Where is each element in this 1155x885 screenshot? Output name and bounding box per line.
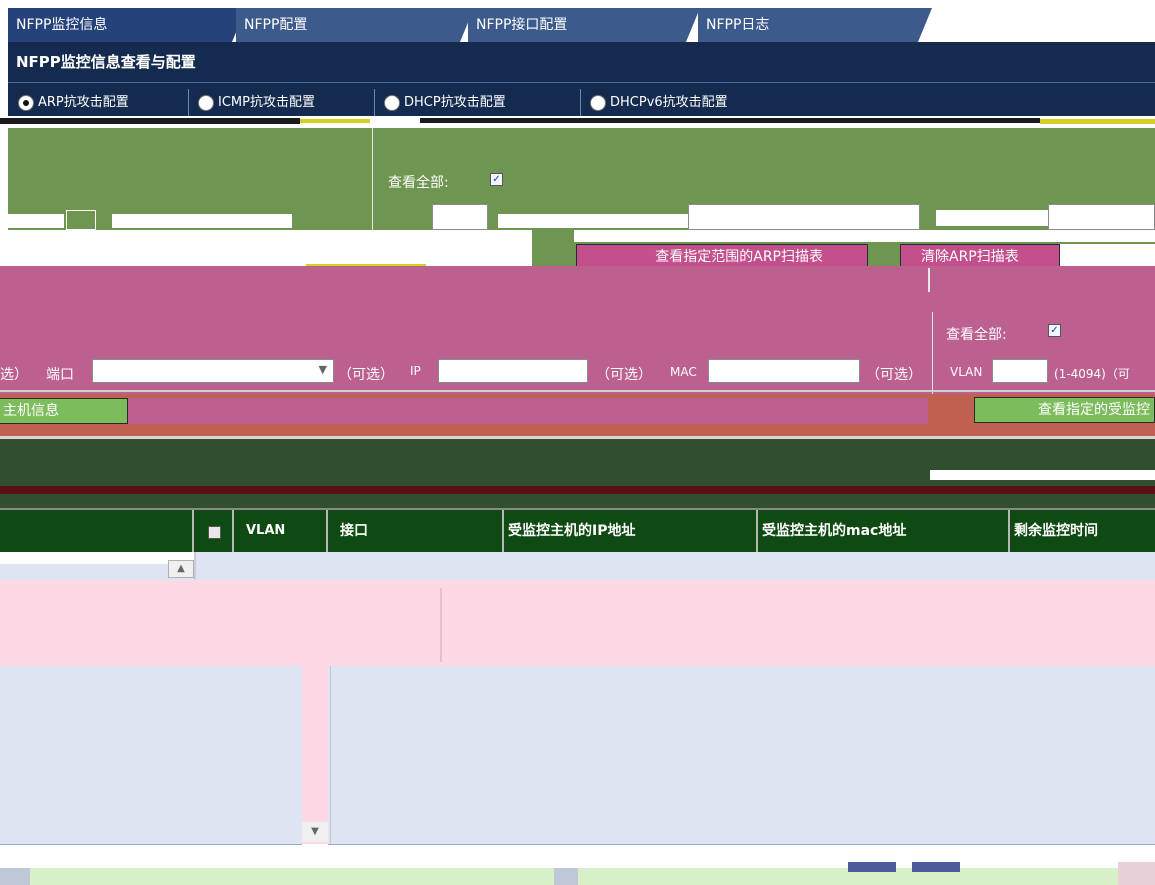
tab-label: NFPP接口配置 [476,17,568,33]
column-header-interface[interactable]: 接口 [340,510,368,552]
tab-label: NFPP配置 [244,17,308,33]
render-artifact-strip [112,214,292,228]
divider [0,844,1155,845]
divider [928,268,930,292]
radio-label: ICMP抗攻击配置 [218,95,315,110]
monitored-host-table-header: VLAN 接口 受监控主机的IP地址 受监控主机的mac地址 剩余监控时间 [0,508,1155,552]
render-artifact-strip [300,119,370,123]
table-row [0,666,1155,844]
radio-arp-attack-config[interactable]: ARP抗攻击配置 [16,94,129,112]
render-artifact-strip [936,210,1048,226]
host-port-select[interactable]: ▼ [92,359,334,383]
port-label: 端口 [46,367,74,383]
render-artifact-strip [0,118,300,124]
arp-port-select[interactable] [688,204,920,230]
column-divider [1008,510,1010,552]
divider [330,666,331,844]
page-button[interactable] [912,862,960,872]
render-artifact-strip [554,868,578,885]
column-divider [232,510,234,552]
first-page-button[interactable] [0,868,30,885]
render-artifact-strip [1060,244,1155,266]
column-divider [192,510,194,552]
divider [374,89,375,117]
view-host-info-button[interactable]: 主机信息 [0,398,128,424]
tab-nfpp-interface-config[interactable]: NFPP接口配置 [468,8,700,42]
view-all-checkbox[interactable]: ✓ [490,173,503,186]
optional-hint: （可选） [338,367,394,383]
radio-label: ARP抗攻击配置 [38,95,129,110]
select-all-checkbox[interactable] [208,526,221,539]
render-artifact-strip [1118,862,1155,885]
vlan-label: VLAN [950,365,983,379]
host-vlan-input[interactable] [992,359,1048,383]
render-artifact-strip [0,552,194,564]
ip-label: IP [410,364,421,378]
host-ip-input[interactable] [438,359,588,383]
radio-dhcp-attack-config[interactable]: DHCP抗攻击配置 [382,94,506,112]
divider [580,89,581,117]
render-artifact-strip [0,242,532,266]
divider [188,89,189,117]
render-artifact-strip [0,486,1155,494]
radio-label: DHCP抗攻击配置 [404,95,506,110]
host-view-all-checkbox[interactable]: ✓ [1048,324,1061,337]
vlan-range-hint: (1-4094)（可 [1054,367,1130,381]
column-divider [502,510,504,552]
radio-selected-icon [18,95,34,111]
tab-label: NFPP监控信息 [16,17,108,33]
render-artifact-strip [66,210,96,230]
divider [440,588,442,662]
render-artifact-strip [930,470,1155,480]
divider [0,436,1155,439]
tab-label: NFPP日志 [706,17,770,33]
render-artifact-strip [0,214,64,228]
column-divider [326,510,328,552]
render-artifact-strip [420,118,1040,123]
arp-ip-input[interactable] [1048,204,1155,230]
arp-vlan-input[interactable] [432,204,488,230]
tab-nfpp-log[interactable]: NFPP日志 [698,8,932,42]
radio-unselected-icon [198,95,214,111]
radio-unselected-icon [384,95,400,111]
tab-nfpp-monitor[interactable]: NFPP监控信息 [8,8,246,42]
view-all-label: 查看全部: [946,327,1007,343]
scrollbar-track[interactable] [302,666,328,844]
divider [0,390,1155,392]
column-header-host-ip[interactable]: 受监控主机的IP地址 [508,510,635,552]
page-button[interactable] [848,862,896,872]
column-header-vlan[interactable]: VLAN [246,510,285,552]
view-monitored-host-button[interactable]: 查看指定的受监控 [974,397,1155,423]
tab-nfpp-config[interactable]: NFPP配置 [236,8,474,42]
host-mac-input[interactable] [708,359,860,383]
scroll-down-arrow-icon[interactable]: ▼ [302,822,328,842]
scroll-up-arrow-icon[interactable]: ▲ [168,560,194,578]
table-row [0,580,1155,666]
optional-hint: 选） [0,367,28,383]
view-all-label: 查看全部: [388,175,449,191]
render-artifact-strip [1040,119,1155,124]
render-artifact-strip [498,214,688,228]
column-divider [756,510,758,552]
render-artifact-strip [532,230,574,266]
radio-unselected-icon [590,95,606,111]
optional-hint: （可选） [866,367,922,383]
optional-hint: （可选） [596,367,652,383]
radio-dhcpv6-attack-config[interactable]: DHCPv6抗攻击配置 [588,94,728,112]
column-header-remaining-time[interactable]: 剩余监控时间 [1014,510,1098,552]
nfpp-monitor-page: NFPP监控信息 NFPP配置 NFPP接口配置 NFPP日志 NFPP监控信息… [0,0,1155,885]
chevron-down-icon: ▼ [318,363,327,376]
render-artifact-strip [0,230,1155,242]
mac-label: MAC [670,365,697,379]
render-artifact-strip [128,398,928,424]
render-artifact-strip [302,844,328,870]
page-title: NFPP监控信息查看与配置 [8,42,1155,82]
column-header-host-mac[interactable]: 受监控主机的mac地址 [762,510,906,552]
radio-label: DHCPv6抗攻击配置 [610,95,728,110]
radio-icmp-attack-config[interactable]: ICMP抗攻击配置 [196,94,315,112]
